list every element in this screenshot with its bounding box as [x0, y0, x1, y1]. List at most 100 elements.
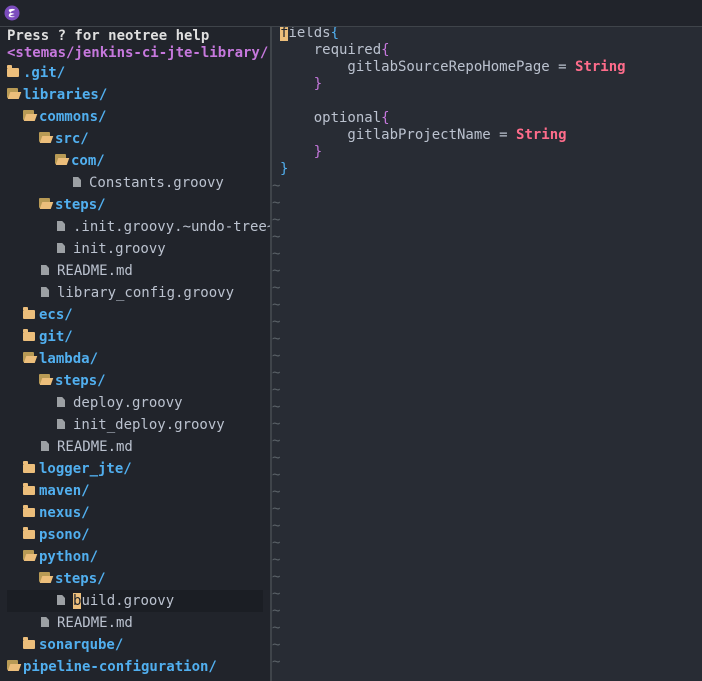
code-line[interactable]: } — [280, 144, 322, 161]
file-icon — [41, 441, 49, 451]
tree-dir-item[interactable]: python/ — [0, 546, 270, 568]
file-icon — [57, 397, 65, 407]
tree-item-label: build.groovy — [73, 593, 175, 609]
empty-line-marker: ~ — [272, 433, 281, 449]
folder-icon — [23, 460, 35, 473]
code-token: = — [499, 127, 517, 143]
tree-dir-item[interactable]: com/ — [0, 150, 270, 172]
tree-item-label: library_config.groovy — [57, 285, 235, 301]
tree-item-label: psono/ — [39, 527, 90, 543]
code-line[interactable]: gitlabProjectName = String — [280, 127, 567, 144]
tree-item-label: init.groovy — [73, 241, 166, 257]
tree-item-label: commons/ — [39, 109, 107, 125]
file-icon — [57, 595, 65, 605]
folder-open-icon — [39, 571, 51, 583]
title-bar — [0, 0, 702, 27]
neotree-root-path[interactable]: <stemas/jenkins-ci-jte-library/ — [7, 42, 270, 64]
tree-item-label: libraries/ — [23, 87, 108, 103]
tree-item-label: steps/ — [55, 373, 106, 389]
tree-file-item[interactable]: README.md — [0, 260, 270, 282]
tree-file-item[interactable]: .init.groovy.~undo-tree~ — [0, 216, 270, 238]
tree-item-label: .git/ — [23, 65, 66, 81]
file-icon — [57, 221, 65, 231]
file-icon — [57, 419, 65, 429]
folder-open-icon — [7, 87, 19, 99]
code-line[interactable]: required{ — [280, 42, 390, 59]
empty-line-marker: ~ — [272, 586, 281, 602]
empty-line-marker: ~ — [272, 348, 281, 364]
code-line[interactable]: gitlabSourceRepoHomePage = String — [280, 59, 626, 76]
tree-item-label: maven/ — [39, 483, 90, 499]
tree-dir-item[interactable]: lambda/ — [0, 348, 270, 370]
code-token: } — [280, 161, 289, 177]
tree-dir-item[interactable]: steps/ — [0, 568, 270, 590]
folder-open-icon — [39, 131, 51, 143]
tree-file-item[interactable]: README.md — [0, 612, 270, 634]
tree-dir-item[interactable]: steps/ — [0, 194, 270, 216]
empty-line-marker: ~ — [272, 246, 281, 262]
tree-dir-item[interactable]: sonarqube/ — [0, 634, 270, 656]
empty-line-marker: ~ — [272, 518, 281, 534]
neotree-sidebar[interactable]: Press ? for neotree help <stemas/jenkins… — [0, 27, 270, 681]
code-line[interactable]: } — [280, 76, 322, 93]
editor-buffer[interactable]: fields{ required{ gitlabSourceRepoHomePa… — [272, 27, 702, 681]
tree-dir-item[interactable]: git/ — [0, 326, 270, 348]
tree-dir-item[interactable]: .git/ — [0, 62, 270, 84]
empty-line-marker: ~ — [272, 637, 281, 653]
tree-dir-item[interactable]: logger_jte/ — [0, 458, 270, 480]
folder-open-icon — [23, 109, 35, 121]
code-token: } — [313, 76, 323, 92]
empty-line-marker: ~ — [272, 416, 281, 432]
tree-dir-item[interactable]: commons/ — [0, 106, 270, 128]
code-token: String — [516, 127, 567, 143]
tree-item-label: ecs/ — [39, 307, 73, 323]
code-token: } — [313, 144, 323, 160]
folder-open-icon — [23, 549, 35, 561]
tree-dir-item[interactable]: psono/ — [0, 524, 270, 546]
folder-open-icon — [7, 659, 19, 671]
empty-line-marker: ~ — [272, 331, 281, 347]
empty-line-marker: ~ — [272, 195, 281, 211]
code-token: String — [575, 59, 626, 75]
code-token: fields — [280, 27, 331, 41]
folder-icon — [23, 526, 35, 539]
tree-file-item[interactable]: library_config.groovy — [0, 282, 270, 304]
tree-dir-item[interactable]: steps/ — [0, 370, 270, 392]
code-token: gitlabSourceRepoHomePage — [280, 59, 559, 75]
tree-file-item[interactable]: Constants.groovy — [0, 172, 270, 194]
tree-dir-item[interactable]: src/ — [0, 128, 270, 150]
folder-open-icon — [55, 153, 67, 165]
folder-icon — [23, 636, 35, 649]
tree-file-item[interactable]: deploy.groovy — [0, 392, 270, 414]
text-cursor: f — [280, 27, 289, 41]
code-line[interactable]: optional{ — [280, 110, 390, 127]
tree-item-label: logger_jte/ — [39, 461, 132, 477]
code-token: { — [330, 27, 340, 41]
tree-dir-item[interactable]: maven/ — [0, 480, 270, 502]
file-icon — [57, 243, 65, 253]
code-line[interactable]: fields{ — [280, 27, 339, 42]
tree-dir-item[interactable]: ecs/ — [0, 304, 270, 326]
tree-dir-item[interactable]: pipeline-configuration/ — [0, 656, 270, 678]
code-token: optional — [280, 110, 382, 126]
empty-line-marker: ~ — [272, 229, 281, 245]
tree-file-item[interactable]: init_deploy.groovy — [0, 414, 270, 436]
tree-item-label: python/ — [39, 549, 99, 565]
code-token: required — [280, 42, 382, 58]
empty-line-marker: ~ — [272, 450, 281, 466]
tree-file-item[interactable]: init.groovy — [0, 238, 270, 260]
empty-line-marker: ~ — [272, 620, 281, 636]
empty-line-marker: ~ — [272, 263, 281, 279]
file-icon — [73, 177, 81, 187]
folder-icon — [7, 64, 19, 77]
tree-item-label: README.md — [57, 263, 133, 279]
empty-line-marker: ~ — [272, 535, 281, 551]
tree-file-item[interactable]: README.md — [0, 436, 270, 458]
file-icon — [41, 265, 49, 275]
tree-dir-item[interactable]: libraries/ — [0, 84, 270, 106]
tree-dir-item[interactable]: nexus/ — [0, 502, 270, 524]
code-line[interactable]: } — [280, 161, 288, 178]
tree-item-label: steps/ — [55, 571, 106, 587]
tree-file-item[interactable]: build.groovy — [0, 590, 270, 612]
file-icon — [41, 617, 49, 627]
